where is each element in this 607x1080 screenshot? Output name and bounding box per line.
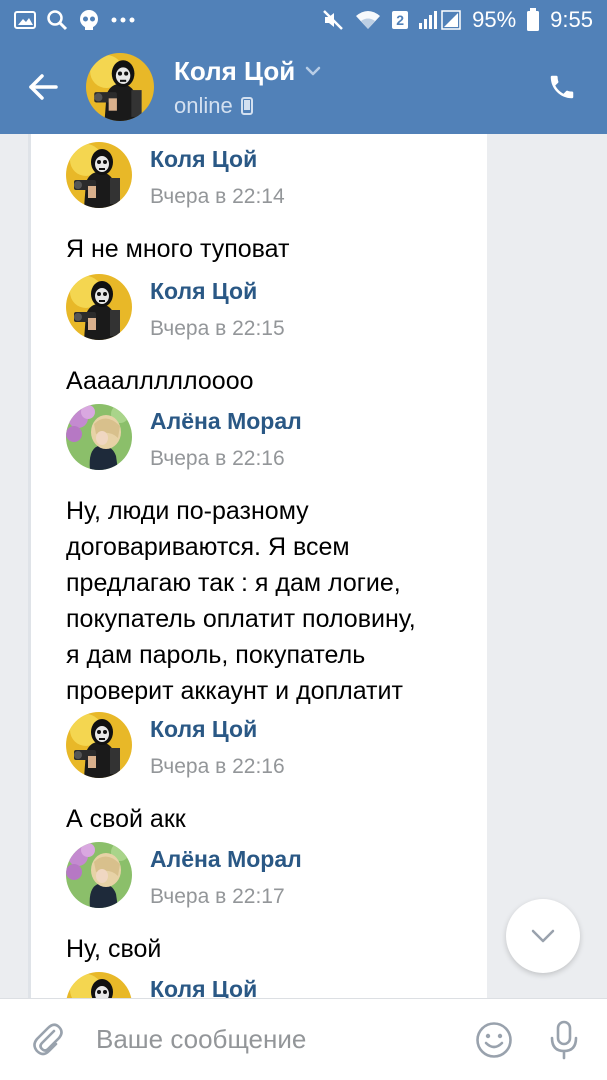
avatar[interactable]	[66, 274, 132, 340]
scroll-down-button[interactable]	[506, 899, 580, 973]
avatar[interactable]	[66, 712, 132, 778]
message-meta: Коля Цой Вчера в 22:14	[150, 142, 285, 209]
wifi-icon	[354, 9, 382, 31]
status-bar-right: 2 95% 9:55	[322, 7, 593, 33]
paperclip-icon	[33, 1022, 63, 1055]
author-name[interactable]: Коля Цой	[150, 976, 257, 998]
message-time: Вчера в 22:14	[150, 185, 285, 208]
message-composer	[0, 998, 607, 1080]
more-dots-icon	[110, 16, 136, 24]
message-time: Вчера в 22:16	[150, 447, 285, 470]
list-item: Коля Цой Вчера в 22:15 Аааалллллоооо	[66, 274, 486, 399]
author-name[interactable]: Коля Цой	[150, 716, 285, 743]
avatar[interactable]	[66, 142, 132, 208]
skull-icon	[78, 9, 100, 31]
battery-percent: 95%	[472, 7, 517, 32]
list-item: Коля Цой	[66, 972, 486, 998]
list-item: Коля Цой Вчера в 22:16 А свой акк	[66, 712, 486, 837]
status-bar: 2 95% 9:55	[0, 0, 607, 40]
chevron-down-icon	[305, 66, 321, 76]
list-item: Алёна Морал Вчера в 22:17 Ну, свой	[66, 842, 486, 967]
search-icon	[46, 9, 68, 31]
chat-title[interactable]: Коля Цой online	[174, 56, 321, 119]
chat-name-row: Коля Цой	[174, 56, 321, 87]
message-header: Алёна Морал Вчера в 22:16	[66, 404, 486, 471]
message-time: Вчера в 22:16	[150, 755, 285, 778]
message-meta: Коля Цой	[150, 972, 257, 998]
chat-name: Коля Цой	[174, 55, 296, 86]
author-name[interactable]: Коля Цой	[150, 278, 285, 305]
message-header: Коля Цой Вчера в 22:15	[66, 274, 486, 341]
back-button[interactable]	[0, 40, 86, 134]
emoji-button[interactable]	[459, 999, 529, 1080]
message-text: А свой акк	[66, 805, 186, 833]
chat-status-row: online	[174, 93, 321, 119]
message-meta: Коля Цой Вчера в 22:15	[150, 274, 285, 341]
smile-icon	[476, 1021, 512, 1058]
message-header: Алёна Морал Вчера в 22:17	[66, 842, 486, 909]
signal-icon	[418, 9, 462, 31]
message-input[interactable]	[96, 1009, 459, 1070]
phone-icon	[550, 75, 574, 99]
message-text: Аааалллллоооо	[66, 367, 254, 395]
avatar[interactable]	[66, 842, 132, 908]
message-time: Вчера в 22:17	[150, 885, 285, 908]
battery-icon	[526, 8, 540, 32]
list-item: Алёна Морал Вчера в 22:16 Ну, люди по-ра…	[66, 404, 486, 709]
call-button[interactable]	[517, 40, 607, 134]
message-text: Ну, свой	[66, 935, 162, 963]
voice-message-button[interactable]	[529, 999, 599, 1080]
image-icon	[14, 10, 36, 30]
clock: 9:55	[550, 7, 593, 32]
online-status: online	[174, 92, 233, 118]
message-header: Коля Цой	[66, 972, 486, 998]
avatar[interactable]	[66, 972, 132, 998]
message-text: Я не много туповат	[66, 235, 290, 263]
microphone-icon	[550, 1020, 578, 1059]
message-meta: Алёна Морал Вчера в 22:16	[150, 404, 302, 471]
message-meta: Алёна Морал Вчера в 22:17	[150, 842, 302, 909]
message-list[interactable]: Коля Цой Вчера в 22:14 Я не много тупова…	[0, 134, 607, 998]
message-header: Коля Цой Вчера в 22:14	[66, 142, 486, 209]
status-bar-left	[14, 9, 136, 31]
author-name[interactable]: Алёна Морал	[150, 846, 302, 873]
mobile-icon	[240, 96, 253, 115]
arrow-left-icon	[29, 74, 58, 100]
message-text: Ну, люди по-разному договариваются. Я вс…	[66, 497, 416, 705]
avatar[interactable]	[66, 404, 132, 470]
list-item: Коля Цой Вчера в 22:14 Я не много тупова…	[66, 142, 486, 267]
vk-chat-screen: 2 95% 9:55 Коля Цой online Коля Цой Вчер…	[0, 0, 607, 1080]
mute-icon	[322, 9, 344, 31]
author-name[interactable]: Коля Цой	[150, 146, 285, 173]
message-meta: Коля Цой Вчера в 22:16	[150, 712, 285, 779]
chat-header: Коля Цой online	[0, 40, 607, 134]
message-time: Вчера в 22:15	[150, 317, 285, 340]
avatar[interactable]	[86, 53, 154, 121]
message-header: Коля Цой Вчера в 22:16	[66, 712, 486, 779]
author-name[interactable]: Алёна Морал	[150, 408, 302, 435]
attach-button[interactable]	[0, 999, 96, 1080]
chevron-down-icon	[531, 929, 555, 943]
sim-badge: 2	[392, 11, 409, 29]
